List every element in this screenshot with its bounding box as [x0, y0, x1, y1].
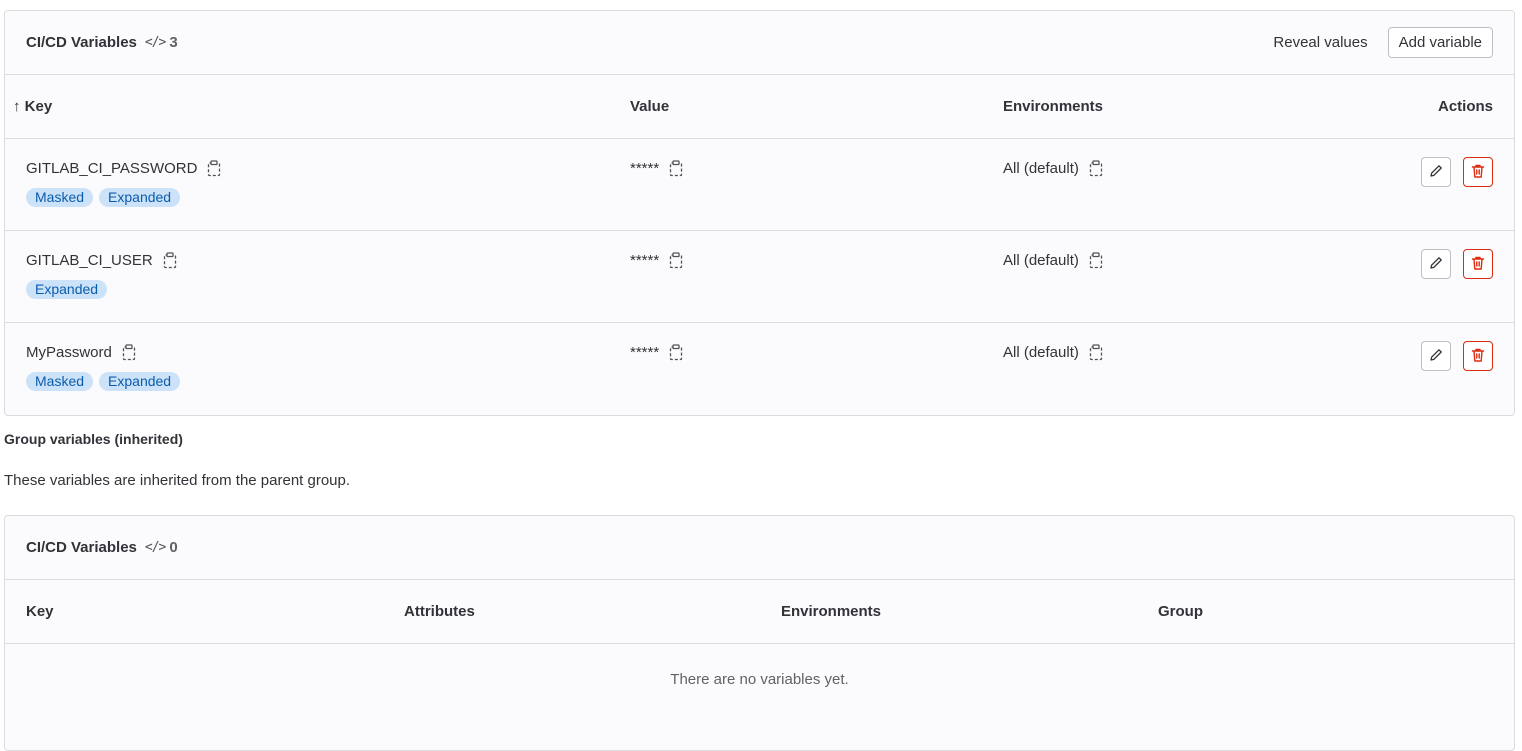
variable-value: *****	[630, 160, 660, 177]
count-value: 3	[169, 34, 178, 51]
trash-icon	[1470, 163, 1486, 182]
column-header-actions: Actions	[1437, 98, 1493, 115]
row-actions	[1421, 249, 1493, 279]
pencil-icon	[1428, 163, 1444, 182]
card-title: CI/CD Variables	[26, 34, 137, 51]
column-header-environments: Environments	[1003, 98, 1104, 115]
attribute-badges: Expanded	[26, 280, 108, 299]
variable-key: GITLAB_CI_USER	[26, 252, 153, 269]
attribute-badges: Masked Expanded	[26, 188, 181, 207]
variable-key: GITLAB_CI_PASSWORD	[26, 160, 198, 177]
key-cell: GITLAB_CI_PASSWORD	[26, 160, 221, 177]
table-header: Key Attributes Environments Group	[5, 580, 1514, 644]
delete-button[interactable]	[1463, 341, 1493, 371]
column-header-value: Value	[630, 98, 670, 115]
column-header-group: Group	[1158, 603, 1203, 620]
environment-cell: All (default)	[1003, 160, 1103, 177]
masked-badge: Masked	[26, 188, 94, 207]
copy-environment-icon[interactable]	[1089, 160, 1103, 177]
column-header-environments: Environments	[781, 603, 882, 620]
copy-value-icon[interactable]	[669, 252, 683, 269]
count-value: 0	[169, 539, 178, 556]
pencil-icon	[1428, 347, 1444, 366]
copy-key-icon[interactable]	[122, 344, 136, 361]
expanded-badge: Expanded	[99, 188, 181, 207]
group-variables-card: CI/CD Variables </> 0 Key Attributes Env…	[4, 515, 1515, 751]
add-variable-button[interactable]: Add variable	[1387, 27, 1493, 58]
table-header: ↑ Key Value Environments Actions	[5, 75, 1514, 139]
variable-count: </> 0	[145, 539, 178, 556]
copy-key-icon[interactable]	[163, 252, 177, 269]
row-actions	[1421, 157, 1493, 187]
code-icon: </>	[144, 540, 167, 555]
group-variables-heading: Group variables (inherited)	[4, 431, 183, 447]
variable-environment: All (default)	[1003, 252, 1079, 269]
trash-icon	[1470, 347, 1486, 366]
key-cell: MyPassword	[26, 344, 136, 361]
variable-key: MyPassword	[26, 344, 112, 361]
copy-key-icon[interactable]	[207, 160, 221, 177]
variable-value: *****	[630, 252, 660, 269]
edit-button[interactable]	[1421, 249, 1451, 279]
reveal-values-button[interactable]: Reveal values	[1273, 34, 1367, 51]
edit-button[interactable]	[1421, 157, 1451, 187]
card-header: CI/CD Variables </> 3 Reveal values Add …	[5, 11, 1514, 75]
copy-environment-icon[interactable]	[1089, 344, 1103, 361]
copy-value-icon[interactable]	[669, 160, 683, 177]
key-cell: GITLAB_CI_USER	[26, 252, 177, 269]
expanded-badge: Expanded	[26, 280, 108, 299]
table-row: GITLAB_CI_PASSWORD Masked Expanded *****…	[5, 139, 1514, 231]
variable-value: *****	[630, 344, 660, 361]
empty-state: There are no variables yet.	[5, 644, 1514, 714]
row-actions	[1421, 341, 1493, 371]
column-header-key: Key	[26, 603, 54, 620]
code-icon: </>	[144, 35, 167, 50]
delete-button[interactable]	[1463, 157, 1493, 187]
value-cell: *****	[630, 344, 683, 361]
card-title: CI/CD Variables	[26, 539, 137, 556]
column-header-key[interactable]: ↑ Key	[13, 98, 52, 115]
delete-button[interactable]	[1463, 249, 1493, 279]
column-header-attributes: Attributes	[404, 603, 475, 620]
value-cell: *****	[630, 252, 683, 269]
expanded-badge: Expanded	[99, 372, 181, 391]
environment-cell: All (default)	[1003, 252, 1103, 269]
copy-value-icon[interactable]	[669, 344, 683, 361]
environment-cell: All (default)	[1003, 344, 1103, 361]
pencil-icon	[1428, 255, 1444, 274]
copy-environment-icon[interactable]	[1089, 252, 1103, 269]
trash-icon	[1470, 255, 1486, 274]
variable-environment: All (default)	[1003, 160, 1079, 177]
group-variables-description: These variables are inherited from the p…	[4, 472, 351, 489]
masked-badge: Masked	[26, 372, 94, 391]
card-header: CI/CD Variables </> 0	[5, 516, 1514, 580]
edit-button[interactable]	[1421, 341, 1451, 371]
project-variables-card: CI/CD Variables </> 3 Reveal values Add …	[4, 10, 1515, 416]
value-cell: *****	[630, 160, 683, 177]
table-row: MyPassword Masked Expanded ***** All (de…	[5, 323, 1514, 415]
variable-environment: All (default)	[1003, 344, 1079, 361]
attribute-badges: Masked Expanded	[26, 372, 181, 391]
table-row: GITLAB_CI_USER Expanded ***** All (defau…	[5, 231, 1514, 323]
variable-count: </> 3	[145, 34, 178, 51]
